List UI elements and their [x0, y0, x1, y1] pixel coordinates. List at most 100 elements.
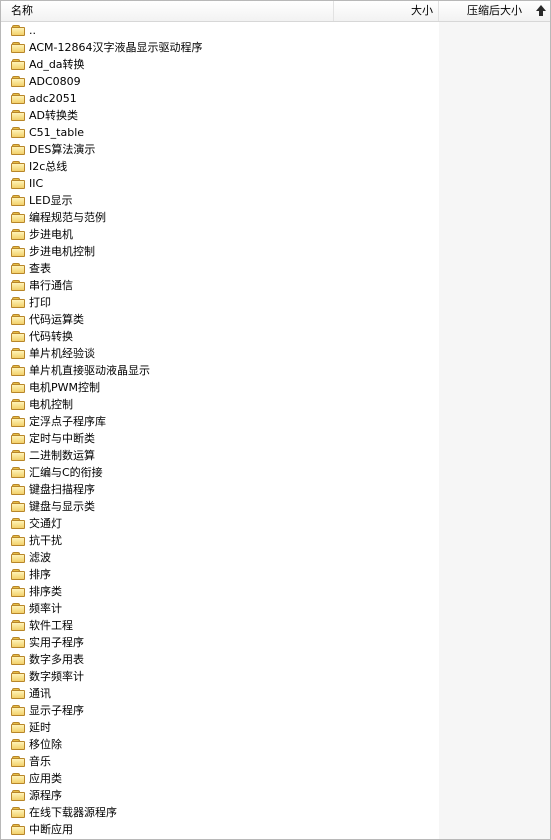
folder-list: .. ACM-12864汉字液晶显示驱动程序 Ad_da转换 ADC0809 adc20…: [1, 22, 439, 838]
list-item[interactable]: 代码转换: [1, 328, 439, 345]
list-item[interactable]: 排序类: [1, 583, 439, 600]
list-item[interactable]: 步进电机: [1, 226, 439, 243]
list-item[interactable]: 显示子程序: [1, 702, 439, 719]
folder-name: ADC0809: [29, 75, 81, 88]
list-item[interactable]: AD转换类: [1, 107, 439, 124]
folder-icon: [11, 824, 25, 835]
folder-name: 数字频率计: [29, 670, 84, 683]
folder-name: ..: [29, 24, 36, 37]
folder-name: 代码转换: [29, 330, 73, 343]
list-item[interactable]: 中断应用: [1, 821, 439, 838]
list-item[interactable]: 定时与中断类: [1, 430, 439, 447]
folder-icon: [11, 688, 25, 699]
list-item[interactable]: 单片机直接驱动液晶显示: [1, 362, 439, 379]
folder-icon: [11, 297, 25, 308]
folder-name: 键盘扫描程序: [29, 483, 95, 496]
folder-name: 实用子程序: [29, 636, 84, 649]
list-item[interactable]: ADC0809: [1, 73, 439, 90]
list-item[interactable]: C51_table: [1, 124, 439, 141]
list-item[interactable]: adc2051: [1, 90, 439, 107]
list-item[interactable]: 单片机经验谈: [1, 345, 439, 362]
folder-icon: [11, 93, 25, 104]
folder-icon: [11, 705, 25, 716]
list-item[interactable]: 定浮点子程序库: [1, 413, 439, 430]
list-item[interactable]: 延时: [1, 719, 439, 736]
folder-icon: [11, 518, 25, 529]
folder-name: 定浮点子程序库: [29, 415, 106, 428]
list-item[interactable]: DES算法演示: [1, 141, 439, 158]
folder-name: 排序: [29, 568, 51, 581]
list-item[interactable]: 代码运算类: [1, 311, 439, 328]
folder-name: 移位除: [29, 738, 62, 751]
list-item[interactable]: 数字频率计: [1, 668, 439, 685]
list-item[interactable]: 步进电机控制: [1, 243, 439, 260]
folder-icon: [11, 76, 25, 87]
folder-icon: [11, 42, 25, 53]
folder-icon: [11, 382, 25, 393]
list-item[interactable]: 键盘与显示类: [1, 498, 439, 515]
list-item[interactable]: I2c总线: [1, 158, 439, 175]
folder-icon: [11, 280, 25, 291]
folder-icon: [11, 450, 25, 461]
list-item[interactable]: 抗干扰: [1, 532, 439, 549]
list-item[interactable]: 查表: [1, 260, 439, 277]
list-item[interactable]: 汇编与C的衔接: [1, 464, 439, 481]
folder-name: 滤波: [29, 551, 51, 564]
list-item[interactable]: 源程序: [1, 787, 439, 804]
folder-icon: [11, 467, 25, 478]
list-item[interactable]: 频率计: [1, 600, 439, 617]
list-item[interactable]: 二进制数运算: [1, 447, 439, 464]
folder-name: ACM-12864汉字液晶显示驱动程序: [29, 41, 203, 54]
folder-name: 软件工程: [29, 619, 73, 632]
list-item[interactable]: 数字多用表: [1, 651, 439, 668]
folder-name: 在线下载器源程序: [29, 806, 117, 819]
list-item[interactable]: 电机PWM控制: [1, 379, 439, 396]
folder-icon: [11, 246, 25, 257]
folder-icon: [11, 25, 25, 36]
folder-icon: [11, 399, 25, 410]
folder-icon: [11, 501, 25, 512]
folder-name: 编程规范与范例: [29, 211, 106, 224]
sort-ascending-icon: [536, 5, 546, 17]
list-item[interactable]: IIC: [1, 175, 439, 192]
folder-icon: [11, 586, 25, 597]
list-item[interactable]: 移位除: [1, 736, 439, 753]
folder-icon: [11, 620, 25, 631]
folder-name: 汇编与C的衔接: [29, 466, 103, 479]
folder-icon: [11, 535, 25, 546]
list-item[interactable]: Ad_da转换: [1, 56, 439, 73]
folder-name: 显示子程序: [29, 704, 84, 717]
folder-name: 应用类: [29, 772, 62, 785]
folder-name: DES算法演示: [29, 143, 96, 156]
compressed-size-column-header[interactable]: 压缩后大小: [439, 1, 550, 21]
list-item[interactable]: ..: [1, 22, 439, 39]
folder-icon: [11, 416, 25, 427]
folder-icon: [11, 161, 25, 172]
list-item[interactable]: 滤波: [1, 549, 439, 566]
list-item[interactable]: 排序: [1, 566, 439, 583]
folder-name: 源程序: [29, 789, 62, 802]
folder-icon: [11, 263, 25, 274]
folder-icon: [11, 722, 25, 733]
size-column-header[interactable]: 大小: [334, 1, 439, 21]
list-item[interactable]: 编程规范与范例: [1, 209, 439, 226]
folder-name: 排序类: [29, 585, 62, 598]
list-item[interactable]: ACM-12864汉字液晶显示驱动程序: [1, 39, 439, 56]
list-item[interactable]: 键盘扫描程序: [1, 481, 439, 498]
list-item[interactable]: 打印: [1, 294, 439, 311]
list-item[interactable]: 应用类: [1, 770, 439, 787]
list-item[interactable]: 软件工程: [1, 617, 439, 634]
folder-icon: [11, 790, 25, 801]
folder-icon: [11, 348, 25, 359]
list-item[interactable]: 串行通信: [1, 277, 439, 294]
list-item[interactable]: 在线下载器源程序: [1, 804, 439, 821]
name-column-header[interactable]: 名称: [1, 1, 334, 21]
list-item[interactable]: 通讯: [1, 685, 439, 702]
folder-icon: [11, 654, 25, 665]
list-item[interactable]: LED显示: [1, 192, 439, 209]
list-item[interactable]: 电机控制: [1, 396, 439, 413]
list-item[interactable]: 实用子程序: [1, 634, 439, 651]
list-item[interactable]: 音乐: [1, 753, 439, 770]
folder-icon: [11, 365, 25, 376]
list-item[interactable]: 交通灯: [1, 515, 439, 532]
